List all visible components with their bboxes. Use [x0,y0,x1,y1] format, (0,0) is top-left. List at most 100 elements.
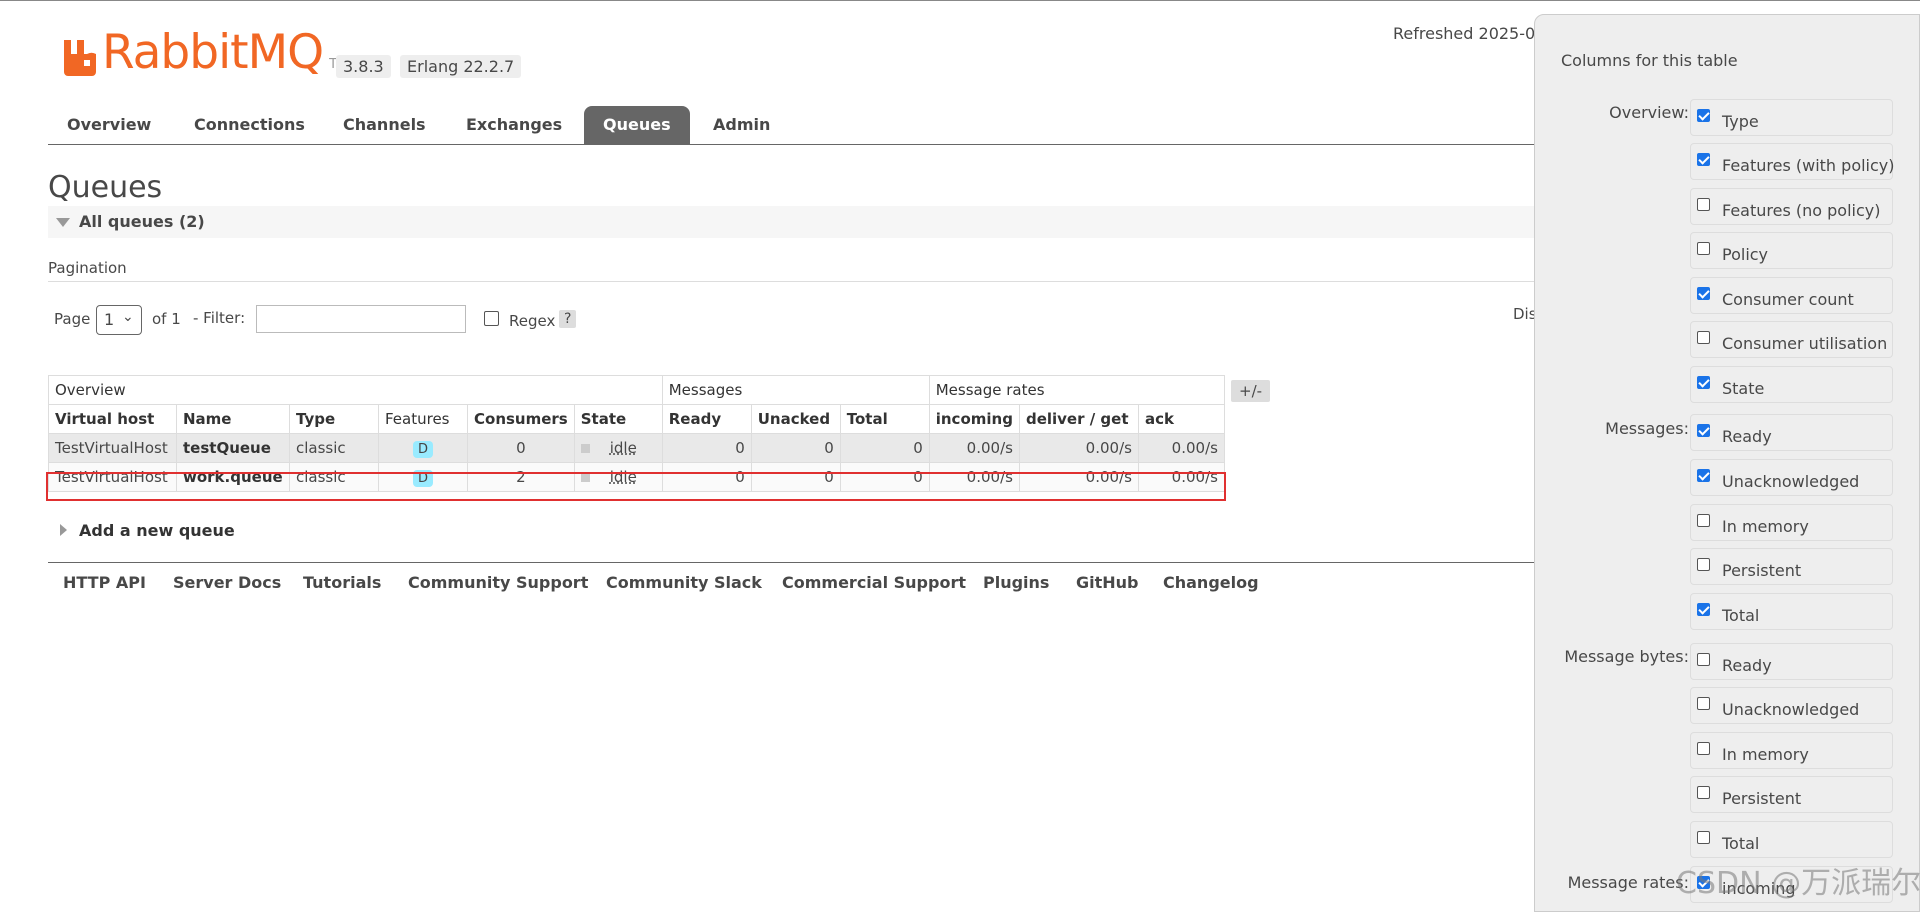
footer-link-plugins[interactable]: Plugins [983,573,1049,592]
footer-link-commercial-support[interactable]: Commercial Support [782,573,966,592]
footer-link-server-docs[interactable]: Server Docs [173,573,281,592]
column-option[interactable]: Persistent [1690,776,1893,813]
columns-toggle-button[interactable]: +/- [1231,380,1271,402]
regex-checkbox[interactable] [484,311,499,326]
checkbox-checked-icon[interactable] [1697,376,1710,389]
all-queues-toggle[interactable]: All queues (2) [48,206,1538,238]
column-option[interactable]: Consumer count [1690,277,1893,314]
footer-link-http-api[interactable]: HTTP API [63,573,146,592]
checkbox-unchecked-icon[interactable] [1697,198,1710,211]
help-button[interactable]: ? [559,310,577,328]
cell-type: classic [289,462,379,492]
checkbox-checked-icon[interactable] [1697,424,1710,437]
table-row: TestVirtualHost work.queue classic D 2 i… [48,462,1225,492]
checkbox-unchecked-icon[interactable] [1697,786,1710,799]
cell-features: D [378,433,468,463]
state-indicator-icon [580,444,590,453]
column-option[interactable]: Type [1690,99,1893,136]
column-option[interactable]: Features (no policy) [1690,188,1893,225]
column-option[interactable]: Total [1690,821,1893,858]
page-title: Queues [48,170,163,205]
checkbox-checked-icon[interactable] [1697,153,1710,166]
column-option[interactable]: Persistent [1690,548,1893,585]
checkbox-checked-icon[interactable] [1697,603,1710,616]
column-option-label: Policy [1722,245,1769,264]
section-title: All queues (2) [79,212,205,231]
col-state[interactable]: State [573,404,663,434]
column-option[interactable]: Policy [1690,232,1893,269]
panel-title: Columns for this table [1561,51,1738,70]
page-select[interactable]: 1 ⌄ [96,305,142,335]
checkbox-unchecked-icon[interactable] [1697,514,1710,527]
tab-channels[interactable]: Channels [324,106,445,144]
erlang-badge: Erlang 22.2.7 [400,55,522,78]
group-label-message-rates: Message rates: [1567,873,1689,892]
column-option[interactable]: Ready [1690,643,1893,680]
column-option-label: Consumer count [1722,290,1854,309]
checkbox-unchecked-icon[interactable] [1697,242,1710,255]
col-total[interactable]: Total [839,404,930,434]
checkbox-unchecked-icon[interactable] [1697,653,1710,666]
checkbox-checked-icon[interactable] [1697,469,1710,482]
regex-label: Regex [509,312,556,330]
group-message-rates: Message rates [928,375,1225,405]
checkbox-checked-icon[interactable] [1697,109,1710,122]
column-option[interactable]: Total [1690,593,1893,630]
column-option-label: Features (no policy) [1722,201,1881,220]
col-unacked[interactable]: Unacked [750,404,841,434]
col-name[interactable]: Name [176,404,290,434]
tab-connections[interactable]: Connections [175,106,324,144]
refreshed-status[interactable]: Refreshed 2025-03 [1393,24,1545,43]
top-border [0,0,1920,1]
col-ack[interactable]: ack [1137,404,1225,434]
add-queue-toggle[interactable]: Add a new queue [60,521,235,540]
col-deliver-get[interactable]: deliver / get [1018,404,1139,434]
group-label-overview: Overview: [1609,103,1689,122]
col-virtual-host[interactable]: Virtual host [48,404,177,434]
checkbox-unchecked-icon[interactable] [1697,742,1710,755]
column-option-label: Type [1722,112,1759,131]
main-nav: Overview Connections Channels Exchanges … [48,106,1538,145]
column-option[interactable]: In memory [1690,732,1893,769]
tab-exchanges[interactable]: Exchanges [447,106,581,144]
col-ready[interactable]: Ready [661,404,752,434]
column-option[interactable]: Unacknowledged [1690,459,1893,496]
filter-input[interactable] [256,305,466,333]
tab-overview[interactable]: Overview [48,106,170,144]
cell-consumers: 0 [467,433,575,463]
brand-name: RabbitMQ [102,25,324,80]
col-type[interactable]: Type [289,404,379,434]
col-incoming[interactable]: incoming [928,404,1020,434]
column-option[interactable]: Ready [1690,414,1893,451]
rabbitmq-logo[interactable]: RabbitMQ TM [62,28,348,76]
cell-ready: 0 [661,462,752,492]
page-select-value: 1 [104,310,115,329]
column-option[interactable]: Unacknowledged [1690,687,1893,724]
checkbox-unchecked-icon[interactable] [1697,558,1710,571]
footer-link-github[interactable]: GitHub [1076,573,1139,592]
col-consumers[interactable]: Consumers [467,404,575,434]
checkbox-unchecked-icon[interactable] [1697,831,1710,844]
cell-type: classic [289,433,379,463]
watermark: CSDN @万派瑞尔 [1676,866,1920,901]
queue-link[interactable]: work.queue [176,462,290,492]
of-pages-label: of 1 [152,310,181,328]
column-option-label: Total [1722,606,1760,625]
column-option[interactable]: Consumer utilisation [1690,321,1893,358]
checkbox-unchecked-icon[interactable] [1697,331,1710,344]
tab-admin[interactable]: Admin [694,106,789,144]
column-option[interactable]: State [1690,366,1893,403]
column-option[interactable]: Features (with policy) [1690,143,1895,180]
footer-link-tutorials[interactable]: Tutorials [303,573,381,592]
column-option-label: Consumer utilisation [1722,334,1888,353]
footer-link-community-slack[interactable]: Community Slack [606,573,762,592]
column-option-label: Persistent [1722,561,1802,580]
cell-ack: 0.00/s [1137,433,1225,463]
footer-link-community-support[interactable]: Community Support [408,573,588,592]
footer-link-changelog[interactable]: Changelog [1163,573,1259,592]
column-option[interactable]: In memory [1690,504,1893,541]
tab-queues[interactable]: Queues [584,106,690,144]
checkbox-unchecked-icon[interactable] [1697,697,1710,710]
checkbox-checked-icon[interactable] [1697,287,1710,300]
queue-link[interactable]: testQueue [176,433,290,463]
